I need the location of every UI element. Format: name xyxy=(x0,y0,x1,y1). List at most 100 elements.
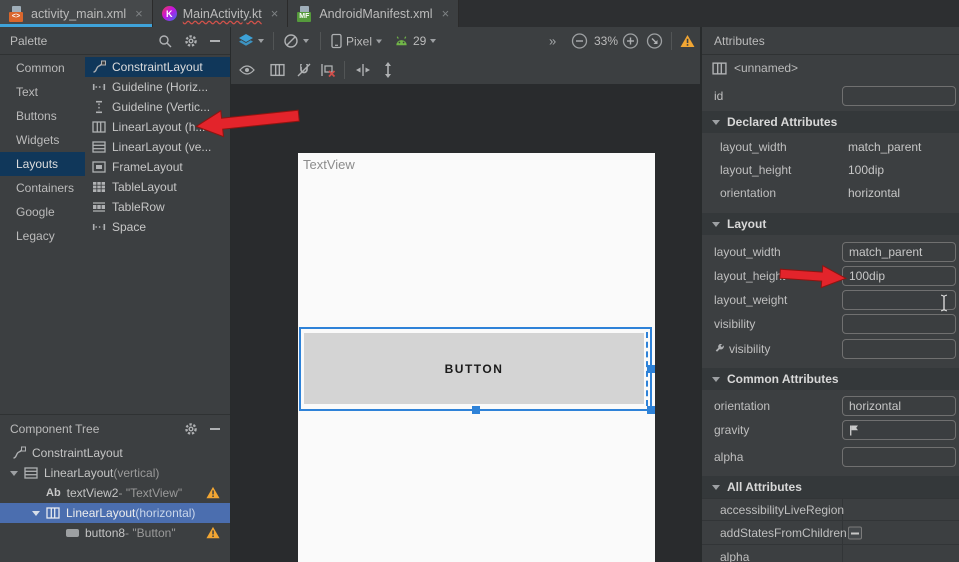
linearlayout-horizontal-icon xyxy=(46,506,60,520)
palette-item-linearlayout-vertical[interactable]: LinearLayout (ve... xyxy=(85,137,230,157)
palette-item-guideline-horizontal[interactable]: Guideline (Horiz... xyxy=(85,77,230,97)
zoom-out-button[interactable] xyxy=(571,33,588,50)
palette-category-text[interactable]: Text xyxy=(0,80,85,104)
all-addstatesfromchildren-row[interactable]: addStatesFromChildren xyxy=(702,522,959,545)
palette-category-containers[interactable]: Containers xyxy=(0,176,85,200)
gear-icon[interactable] xyxy=(184,34,198,48)
tristate-checkbox[interactable] xyxy=(848,527,862,540)
section-all-attributes[interactable]: All Attributes xyxy=(702,476,959,498)
palette-category-common[interactable]: Common xyxy=(0,56,85,80)
expand-vertically-icon[interactable] xyxy=(381,62,395,78)
close-icon[interactable]: × xyxy=(135,7,143,20)
palette-item-list: ConstraintLayout Guideline (Horiz... Gui… xyxy=(85,57,230,237)
section-common-attributes[interactable]: Common Attributes xyxy=(702,368,959,390)
palette-category-buttons[interactable]: Buttons xyxy=(0,104,85,128)
device-screen[interactable]: TextView BUTTON xyxy=(298,153,655,562)
wrench-icon xyxy=(714,344,725,355)
palette-item-guideline-vertical[interactable]: Guideline (Vertic... xyxy=(85,97,230,117)
close-icon[interactable]: × xyxy=(442,7,450,20)
orientation-field[interactable]: horizontal xyxy=(842,396,956,416)
framelayout-icon xyxy=(92,160,106,174)
all-alpha-row[interactable]: alpha xyxy=(702,546,959,562)
all-accessibilityliveregion-row[interactable]: accessibilityLiveRegion xyxy=(702,498,959,521)
palette-panel: Palette Common Text Buttons Widgets Layo… xyxy=(0,27,231,562)
gear-icon[interactable] xyxy=(184,422,198,436)
phone-icon xyxy=(331,34,342,49)
palette-item-linearlayout-horizontal[interactable]: LinearLayout (h... xyxy=(85,117,230,137)
warning-icon[interactable] xyxy=(206,486,220,499)
tree-item-button8[interactable]: button8- "Button" xyxy=(0,523,230,543)
tab-mainactivity-kt[interactable]: K MainActivity.kt × xyxy=(153,0,289,27)
space-icon xyxy=(92,220,106,234)
tree-item-constraintlayout[interactable]: ConstraintLayout xyxy=(0,443,230,463)
palette-item-tablelayout[interactable]: TableLayout xyxy=(85,177,230,197)
editor-tab-bar: <> activity_main.xml × K MainActivity.kt… xyxy=(0,0,959,27)
palette-item-tablerow[interactable]: TableRow xyxy=(85,197,230,217)
linearlayout-horizontal-icon xyxy=(712,61,727,76)
warnings-button[interactable] xyxy=(680,35,695,48)
pack-horizontally-icon[interactable] xyxy=(355,63,371,77)
collapse-arrow-icon xyxy=(712,120,720,125)
declared-layout-height-row[interactable]: layout_height 100dip xyxy=(702,158,959,181)
gravity-field[interactable] xyxy=(842,420,956,440)
id-row: id xyxy=(702,83,959,109)
layout-width-field[interactable]: match_parent xyxy=(842,242,956,262)
palette-item-framelayout[interactable]: FrameLayout xyxy=(85,157,230,177)
section-declared-attributes[interactable]: Declared Attributes xyxy=(702,111,959,133)
palette-category-layouts[interactable]: Layouts xyxy=(0,152,85,176)
palette-item-space[interactable]: Space xyxy=(85,217,230,237)
palette-title: Palette xyxy=(10,34,47,48)
warning-icon[interactable] xyxy=(206,526,220,539)
device-name: Pixel xyxy=(346,34,372,48)
view-options-eye-icon[interactable] xyxy=(239,64,255,75)
declared-layout-width-row[interactable]: layout_width match_parent xyxy=(702,135,959,158)
tab-activity-main-xml[interactable]: <> activity_main.xml × xyxy=(0,0,153,27)
close-icon[interactable]: × xyxy=(271,7,279,20)
tablelayout-icon xyxy=(92,180,106,194)
zoom-level: 33% xyxy=(594,34,618,48)
layout-height-field[interactable]: 100dip xyxy=(842,266,956,286)
clear-constraints-icon[interactable] xyxy=(320,62,336,78)
palette-category-google[interactable]: Google xyxy=(0,200,85,224)
declared-orientation-row[interactable]: orientation horizontal xyxy=(702,181,959,204)
resize-handle-right[interactable] xyxy=(647,365,655,373)
palette-category-widgets[interactable]: Widgets xyxy=(0,128,85,152)
alpha-field[interactable] xyxy=(842,447,956,467)
design-canvas[interactable]: TextView BUTTON xyxy=(231,84,700,562)
button-icon xyxy=(66,529,79,537)
selected-linearlayout-bounds[interactable]: BUTTON xyxy=(299,327,652,411)
button-widget[interactable]: BUTTON xyxy=(304,333,644,404)
tree-item-linearlayout-vertical[interactable]: LinearLayout(vertical) xyxy=(0,463,230,483)
api-selector[interactable]: 29 xyxy=(394,34,436,48)
hide-panel-icon[interactable] xyxy=(210,40,220,42)
chevron-down-icon xyxy=(430,39,436,43)
palette-category-legacy[interactable]: Legacy xyxy=(0,224,85,248)
hide-panel-icon[interactable] xyxy=(210,428,220,430)
id-field[interactable] xyxy=(842,86,956,106)
visibility-field[interactable] xyxy=(842,314,956,334)
selected-component-icon[interactable] xyxy=(270,62,285,77)
tree-item-linearlayout-horizontal[interactable]: LinearLayout(horizontal) xyxy=(0,503,230,523)
palette-item-constraintlayout[interactable]: ConstraintLayout xyxy=(85,57,230,77)
expand-arrow-icon[interactable] xyxy=(10,471,18,476)
design-editor: Pixel 29 » 33 xyxy=(231,27,700,562)
resize-handle-corner[interactable] xyxy=(647,406,655,414)
zoom-to-fit-button[interactable] xyxy=(646,33,663,50)
component-tree-header: Component Tree xyxy=(0,414,230,442)
textview-widget[interactable]: TextView xyxy=(303,157,355,172)
tools-visibility-field[interactable] xyxy=(842,339,956,359)
expand-arrow-icon[interactable] xyxy=(32,511,40,516)
design-mode-icon[interactable] xyxy=(238,33,264,49)
resize-handle-bottom[interactable] xyxy=(472,406,480,414)
tab-androidmanifest-xml[interactable]: MF AndroidManifest.xml × xyxy=(288,0,459,27)
device-selector[interactable]: Pixel xyxy=(331,34,382,49)
search-icon[interactable] xyxy=(158,34,172,48)
tab-label: activity_main.xml xyxy=(31,7,126,21)
tree-item-textview2[interactable]: Ab textView2- "TextView" xyxy=(0,483,230,503)
zoom-in-button[interactable] xyxy=(622,33,639,50)
overflow-chevrons-icon[interactable]: » xyxy=(549,34,556,49)
orientation-icon[interactable] xyxy=(283,33,309,49)
section-layout[interactable]: Layout xyxy=(702,213,959,235)
android-studio-layout-editor: <> activity_main.xml × K MainActivity.kt… xyxy=(0,0,959,562)
autoconnect-off-magnet-icon[interactable] xyxy=(296,62,312,78)
